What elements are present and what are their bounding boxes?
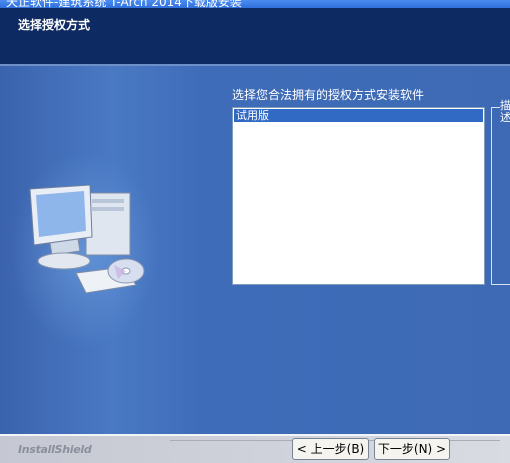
back-button[interactable]: < 上一步(B) — [292, 438, 369, 460]
installshield-brand: InstallShield — [18, 443, 92, 456]
license-listbox[interactable]: 试用版 — [232, 107, 485, 285]
description-groupbox: 描述 — [491, 100, 510, 285]
description-caption: 描述 — [500, 99, 510, 124]
page-title: 选择授权方式 — [18, 18, 91, 32]
license-prompt: 选择您合法拥有的授权方式安装软件 — [232, 88, 425, 102]
next-button[interactable]: 下一步(N) > — [374, 438, 450, 460]
computer-cd-icon — [29, 185, 145, 294]
window-title-bar: 天正软件-建筑系统 T-Arch 2014下载版安装 — [0, 0, 510, 8]
license-option-trial[interactable]: 试用版 — [234, 109, 483, 122]
wizard-header: 选择授权方式 — [0, 8, 510, 64]
window-title: 天正软件-建筑系统 T-Arch 2014下载版安装 — [6, 0, 242, 8]
